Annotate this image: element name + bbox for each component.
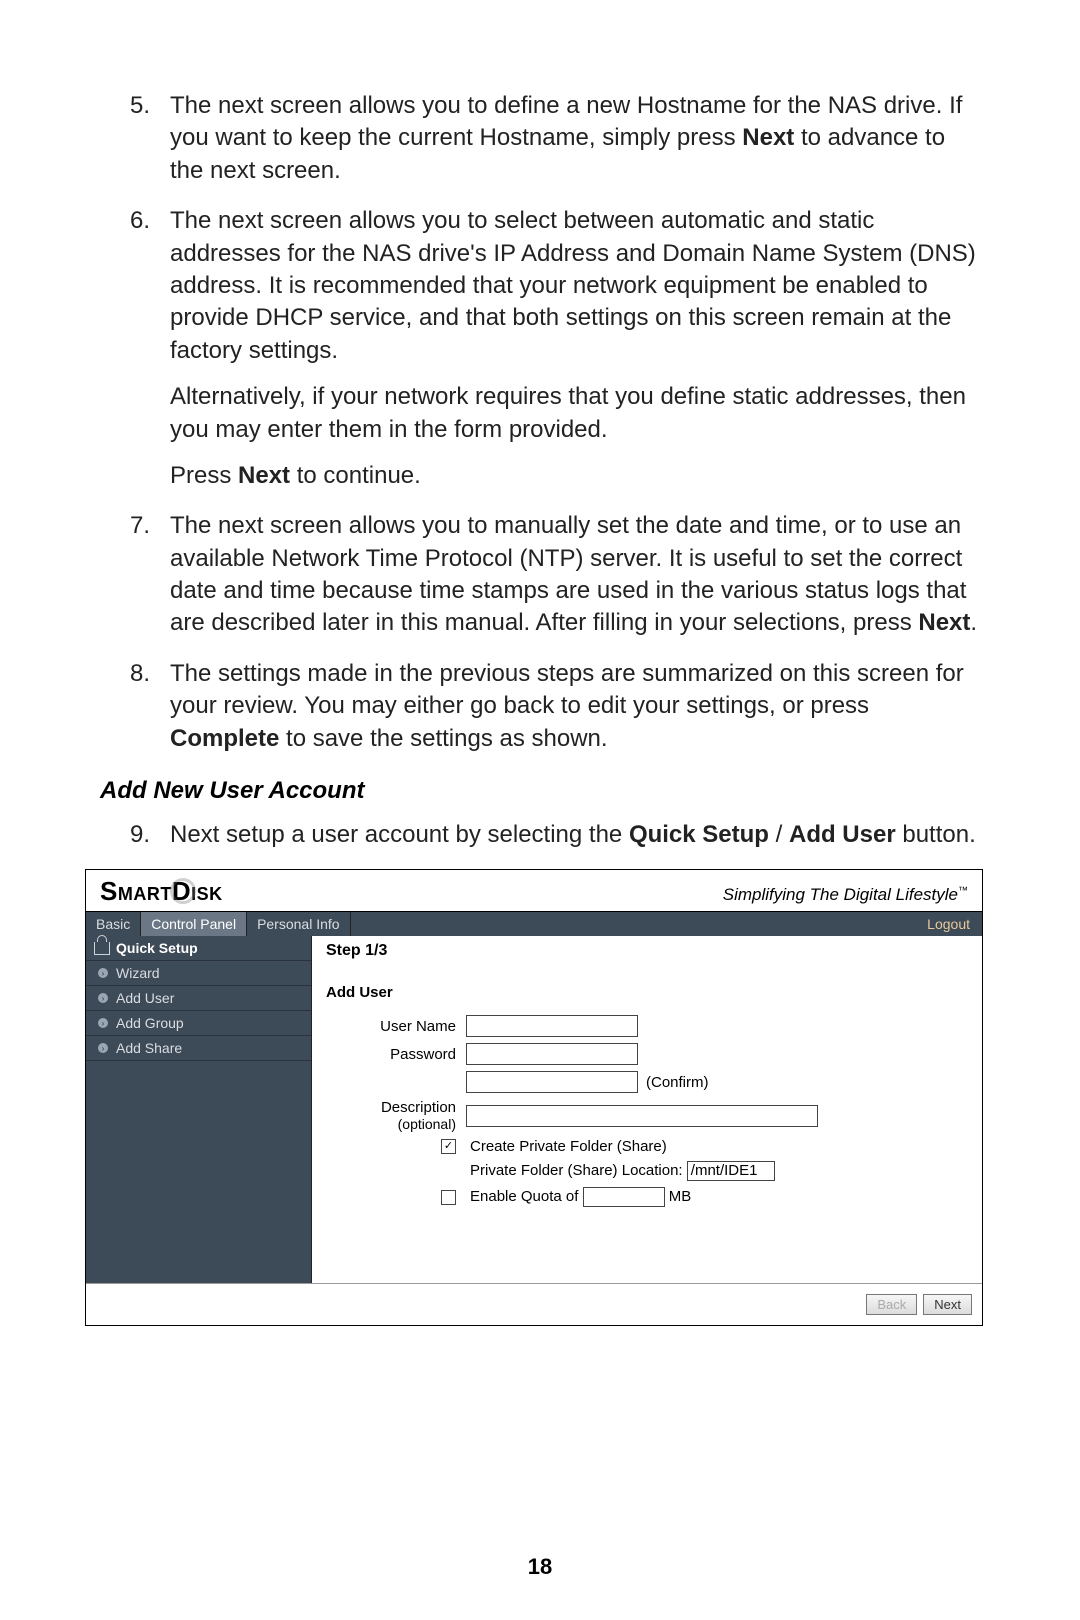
logout-link[interactable]: Logout [915,912,982,936]
step-indicator: Step 1/3 [326,942,968,960]
top-tabs: Basic Control Panel Personal Info Logout [86,912,982,936]
tab-personal-info[interactable]: Personal Info [247,912,351,936]
step-number: 9. [100,819,170,851]
sidebar-item-add-share[interactable]: › Add Share [86,1036,311,1061]
label-confirm: (Confirm) [638,1074,709,1091]
sidebar-heading: Quick Setup [86,936,311,961]
step-paragraph: The settings made in the previous steps … [170,658,980,755]
manual-step: 9.Next setup a user account by selecting… [100,819,980,851]
step-paragraph: The next screen allows you to define a n… [170,90,980,187]
input-username[interactable] [466,1015,638,1037]
next-button[interactable]: Next [923,1294,972,1315]
tab-control-panel[interactable]: Control Panel [141,912,247,936]
label-username: User Name [326,1018,466,1035]
checkbox-create-private-folder[interactable]: ✓ [441,1139,456,1154]
manual-step: 7.The next screen allows you to manually… [100,510,980,640]
input-password[interactable] [466,1043,638,1065]
input-quota[interactable] [583,1187,665,1207]
manual-list-b: 9.Next setup a user account by selecting… [100,819,980,851]
nas-admin-screenshot: SmartDisk Simplifying The Digital Lifest… [85,869,983,1326]
step-paragraph: The next screen allows you to manually s… [170,510,980,640]
input-private-folder-location[interactable]: /mnt/IDE1 [687,1161,775,1181]
step-body: The next screen allows you to manually s… [170,510,980,640]
wizard-footer: Back Next [86,1283,982,1325]
manual-list-a: 5.The next screen allows you to define a… [100,90,980,755]
label-description: Description (optional) [326,1099,466,1132]
brand-logo: SmartDisk [100,876,223,907]
step-body: The next screen allows you to select bet… [170,205,980,492]
chevron-right-icon: › [98,1043,108,1053]
tagline: Simplifying The Digital Lifestyle™ [723,885,968,907]
input-description[interactable] [466,1105,818,1127]
step-body: Next setup a user account by selecting t… [170,819,980,851]
step-number: 7. [100,510,170,640]
step-number: 6. [100,205,170,492]
step-body: The next screen allows you to define a n… [170,90,980,187]
label-private-folder-location: Private Folder (Share) Location: /mnt/ID… [466,1161,775,1181]
back-button[interactable]: Back [866,1294,917,1315]
input-password-confirm[interactable] [466,1071,638,1093]
sidebar-item-wizard[interactable]: › Wizard [86,961,311,986]
chevron-right-icon: › [98,993,108,1003]
section-title: Add New User Account [100,777,980,805]
app-header: SmartDisk Simplifying The Digital Lifest… [86,870,982,912]
sidebar: Quick Setup › Wizard › Add User › Add Gr… [86,936,312,1283]
page-number: 18 [0,1554,1080,1580]
step-body: The settings made in the previous steps … [170,658,980,755]
content-pane: Step 1/3 Add User User Name Password (Co… [312,936,982,1283]
label-password: Password [326,1046,466,1063]
step-paragraph: Press Next to continue. [170,460,980,492]
step-number: 5. [100,90,170,187]
sidebar-item-add-group[interactable]: › Add Group [86,1011,311,1036]
manual-step: 5.The next screen allows you to define a… [100,90,980,187]
chevron-right-icon: › [98,1018,108,1028]
tab-basic[interactable]: Basic [86,912,141,936]
step-paragraph: The next screen allows you to select bet… [170,205,980,367]
manual-step: 8.The settings made in the previous step… [100,658,980,755]
checkbox-enable-quota[interactable] [441,1190,456,1205]
label-enable-quota: Enable Quota of MB [466,1187,691,1207]
manual-step: 6.The next screen allows you to select b… [100,205,980,492]
step-number: 8. [100,658,170,755]
sidebar-item-add-user[interactable]: › Add User [86,986,311,1011]
step-paragraph: Alternatively, if your network requires … [170,381,980,446]
chevron-right-icon: › [98,968,108,978]
lock-icon [94,942,110,955]
label-create-private-folder: Create Private Folder (Share) [466,1138,667,1155]
step-paragraph: Next setup a user account by selecting t… [170,819,980,851]
form-title: Add User [326,984,968,1001]
